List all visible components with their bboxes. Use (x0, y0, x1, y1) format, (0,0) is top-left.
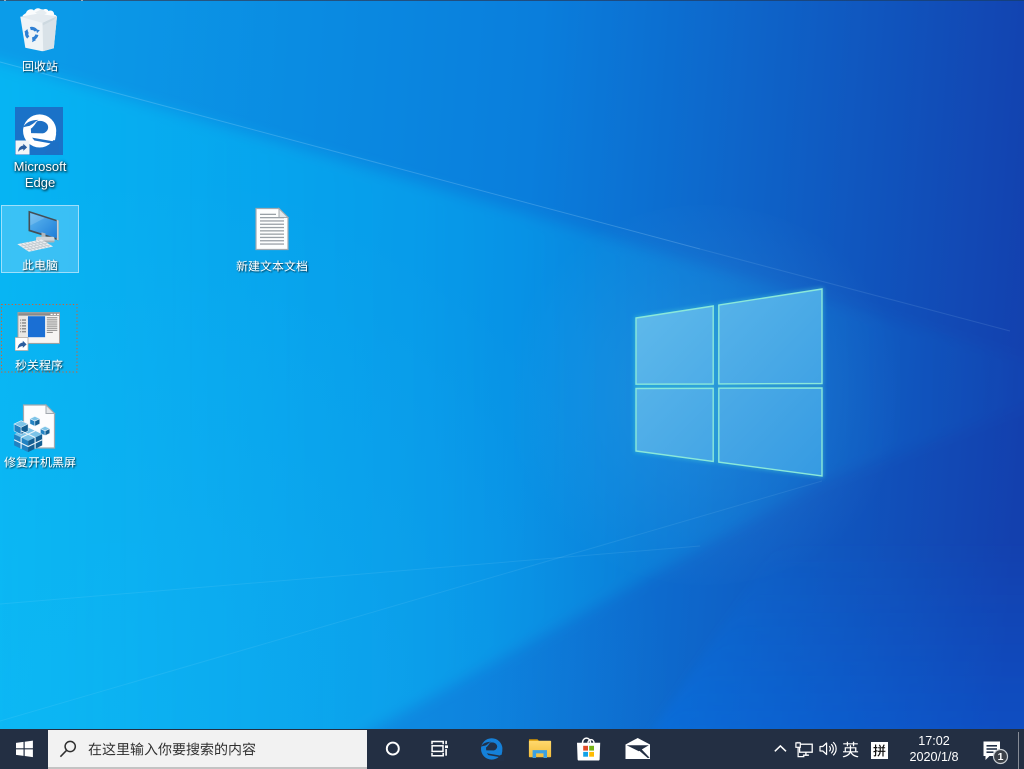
svg-text:1: 1 (998, 751, 1004, 763)
